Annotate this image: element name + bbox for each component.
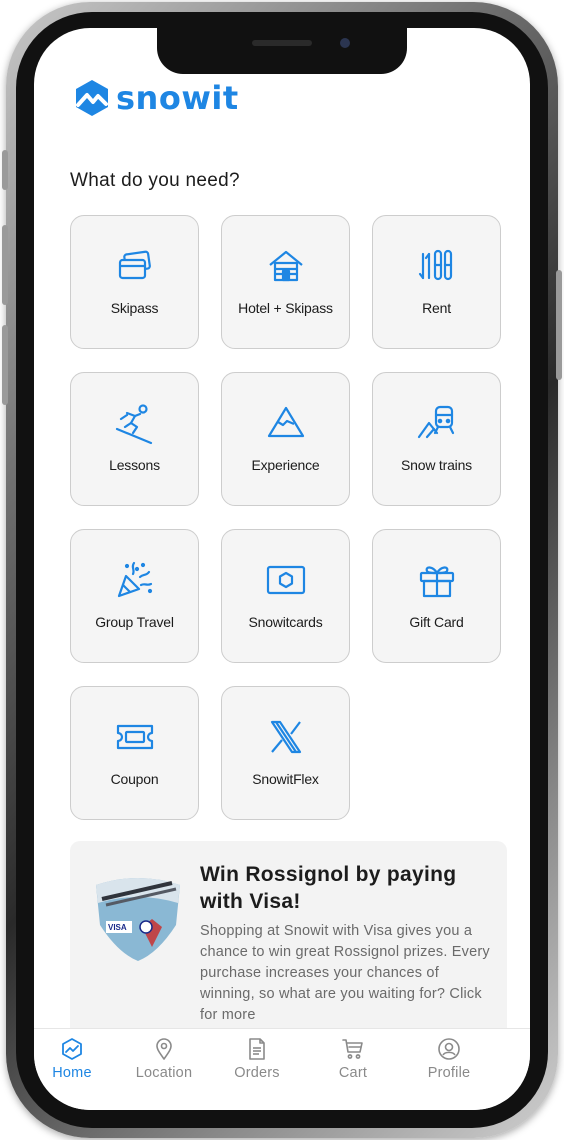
tab-home[interactable]: Home <box>34 1029 117 1081</box>
location-pin-icon <box>152 1037 176 1061</box>
ticket-icon <box>113 715 157 759</box>
orders-document-icon <box>245 1037 269 1061</box>
tab-profile[interactable]: Profile <box>404 1029 494 1081</box>
brand-wordmark: snowit <box>116 79 239 117</box>
promo-description: Shopping at Snowit with Visa gives you a… <box>200 923 490 1023</box>
service-tile-snowitflex[interactable]: SnowitFlex <box>221 686 350 820</box>
cart-icon <box>341 1037 365 1061</box>
service-tile-coupon[interactable]: Coupon <box>70 686 199 820</box>
service-tile-group-travel[interactable]: Group Travel <box>70 529 199 663</box>
tab-label: Location <box>135 1065 193 1081</box>
bottom-tab-bar: Home Location Orders Cart Profile <box>34 1028 530 1110</box>
tab-label: Cart <box>338 1065 368 1081</box>
tab-label: Orders <box>234 1065 280 1081</box>
speaker <box>252 40 312 46</box>
skipass-cards-icon <box>113 244 157 288</box>
side-button <box>2 325 8 405</box>
skier-icon <box>113 401 157 445</box>
service-label: Lessons <box>109 457 160 473</box>
tab-location[interactable]: Location <box>119 1029 209 1081</box>
side-button <box>556 270 562 380</box>
service-label: Snow trains <box>401 457 472 473</box>
service-grid: Skipass Hotel + Skipass Rent Lessons Exp… <box>70 215 501 820</box>
service-tile-snowitcards[interactable]: Snowitcards <box>221 529 350 663</box>
train-mountain-icon <box>415 401 459 445</box>
promo-title: Win Rossignol by paying with Visa! <box>200 863 457 913</box>
brand-logo[interactable]: snowit <box>72 78 239 118</box>
service-label: SnowitFlex <box>252 771 319 787</box>
side-button <box>2 150 8 190</box>
service-label: Skipass <box>110 300 159 316</box>
service-tile-experience[interactable]: Experience <box>221 372 350 506</box>
service-label: Experience <box>251 457 320 473</box>
card-hexagon-icon <box>264 558 308 602</box>
profile-icon <box>437 1037 461 1061</box>
front-camera <box>340 38 350 48</box>
flex-x-icon <box>264 715 308 759</box>
service-label: Hotel + Skipass <box>238 300 333 316</box>
rossignol-visa-promo-image: VISA <box>96 878 180 961</box>
side-button <box>2 225 8 305</box>
party-popper-icon <box>113 558 157 602</box>
visa-logo-text: VISA <box>108 923 127 932</box>
tab-orders[interactable]: Orders <box>212 1029 302 1081</box>
app-screen: snowit What do you need? Skipass Hotel +… <box>34 28 530 1110</box>
service-tile-lessons[interactable]: Lessons <box>70 372 199 506</box>
service-tile-rent[interactable]: Rent <box>372 215 501 349</box>
home-icon <box>60 1037 84 1061</box>
snowit-logo-icon <box>76 80 108 116</box>
tab-cart[interactable]: Cart <box>308 1029 398 1081</box>
section-title: What do you need? <box>70 170 240 191</box>
tab-label: Home <box>52 1065 92 1081</box>
service-label: Rent <box>422 300 451 316</box>
skis-poles-icon <box>415 244 459 288</box>
gift-icon <box>415 558 459 602</box>
service-label: Gift Card <box>409 614 464 630</box>
service-tile-skipass[interactable]: Skipass <box>70 215 199 349</box>
service-tile-hotel-skipass[interactable]: Hotel + Skipass <box>221 215 350 349</box>
service-tile-snow-trains[interactable]: Snow trains <box>372 372 501 506</box>
service-tile-gift-card[interactable]: Gift Card <box>372 529 501 663</box>
service-label: Coupon <box>110 771 159 787</box>
service-label: Snowitcards <box>248 614 323 630</box>
mountain-icon <box>264 401 308 445</box>
service-label: Group Travel <box>95 614 174 630</box>
notch <box>157 28 407 74</box>
tab-label: Profile <box>427 1065 471 1081</box>
hotel-house-icon <box>264 244 308 288</box>
